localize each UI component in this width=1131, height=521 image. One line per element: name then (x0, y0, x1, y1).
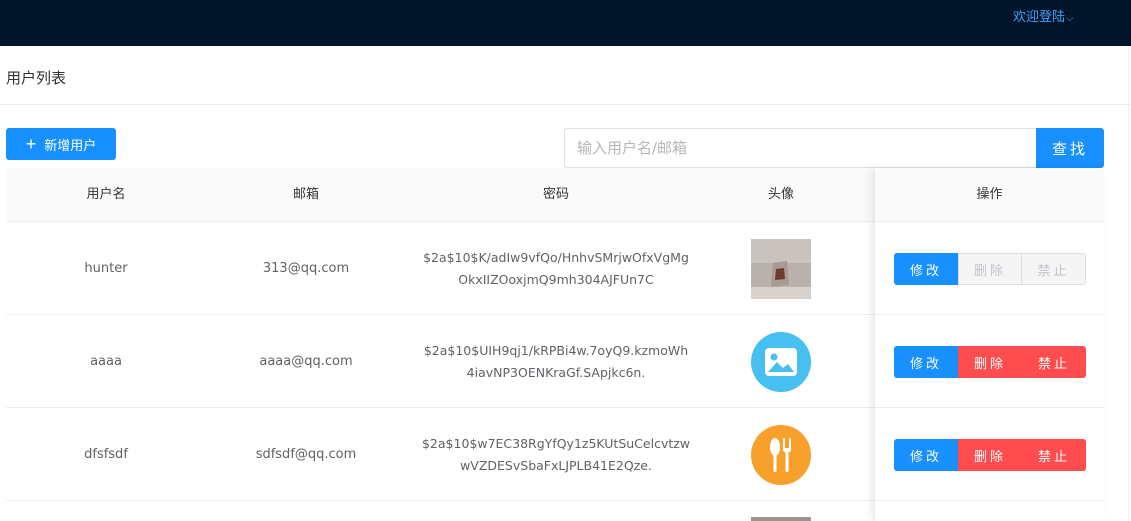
username-cell: dfsfsdf (84, 447, 128, 462)
delete-button[interactable]: 删除 (958, 253, 1022, 285)
welcome-label: 欢迎登陆 (1013, 10, 1066, 25)
welcome-dropdown[interactable]: 欢迎登陆⌵ (1013, 6, 1074, 25)
password-cell: $2a$10$w7EC38RgYfQy1z5KUtSuCelcvtzwwVZDE… (421, 435, 691, 473)
avatar-cell (711, 315, 851, 408)
email-cell: sdfsdf@qq.com (255, 447, 357, 462)
avatar-photo (751, 517, 811, 521)
search-input[interactable] (564, 128, 1036, 168)
actions-fixed-column: 操作 修改 删除 禁止 修改 删除 禁止 修改 删除 禁止 (875, 168, 1104, 521)
page-title: 用户列表 (6, 69, 67, 87)
email-cell: 313@qq.com (262, 261, 350, 276)
top-navbar: 欢迎登陆⌵ (0, 0, 1131, 46)
actions-row: 修改 删除 禁止 (875, 315, 1104, 408)
actions-row: 修改 删除 禁止 (875, 222, 1104, 315)
divider (0, 104, 1131, 105)
avatar-cell (711, 222, 851, 315)
add-user-label: 新增用户 (44, 137, 97, 153)
edit-button[interactable]: 修改 (894, 346, 958, 378)
edit-button[interactable]: 修改 (894, 253, 958, 285)
password-cell: $2a$10$UIH9qj1/kRPBi4w.7oyQ9.kzmoWh4iavN… (423, 342, 689, 380)
avatar-photo (751, 238, 811, 299)
search-button[interactable]: 查找 (1036, 128, 1104, 168)
image-icon (765, 347, 797, 376)
column-header-username: 用户名 (86, 187, 126, 202)
column-header-avatar: 头像 (767, 187, 794, 202)
ban-button[interactable]: 禁止 (1022, 346, 1086, 378)
password-cell: $2a$10$K/adIw9vfQo/HnhvSMrjwOfxVgMgOkxII… (423, 249, 689, 287)
column-header-email: 邮箱 (292, 187, 319, 202)
divider (1128, 46, 1129, 521)
ban-button[interactable]: 禁止 (1022, 253, 1086, 285)
avatar-image (751, 331, 811, 392)
username-cell: aaaa (90, 354, 122, 369)
username-cell: hunter (84, 261, 128, 276)
plus-icon: + (25, 134, 37, 154)
actions-row: 修改 删除 禁止 (875, 408, 1104, 501)
chevron-down-icon: ⌵ (1066, 13, 1074, 24)
edit-button[interactable]: 修改 (894, 439, 958, 471)
add-user-button[interactable]: + 新增用户 (6, 128, 116, 160)
column-header-actions: 操作 (875, 168, 1104, 222)
avatar-cell (711, 408, 851, 501)
delete-button[interactable]: 删除 (958, 346, 1022, 378)
delete-button[interactable]: 删除 (958, 439, 1022, 471)
fork-knife-icon (770, 437, 791, 472)
column-header-password: 密码 (542, 187, 569, 202)
ban-button[interactable]: 禁止 (1022, 439, 1086, 471)
avatar-image (751, 424, 811, 485)
email-cell: aaaa@qq.com (259, 354, 353, 369)
